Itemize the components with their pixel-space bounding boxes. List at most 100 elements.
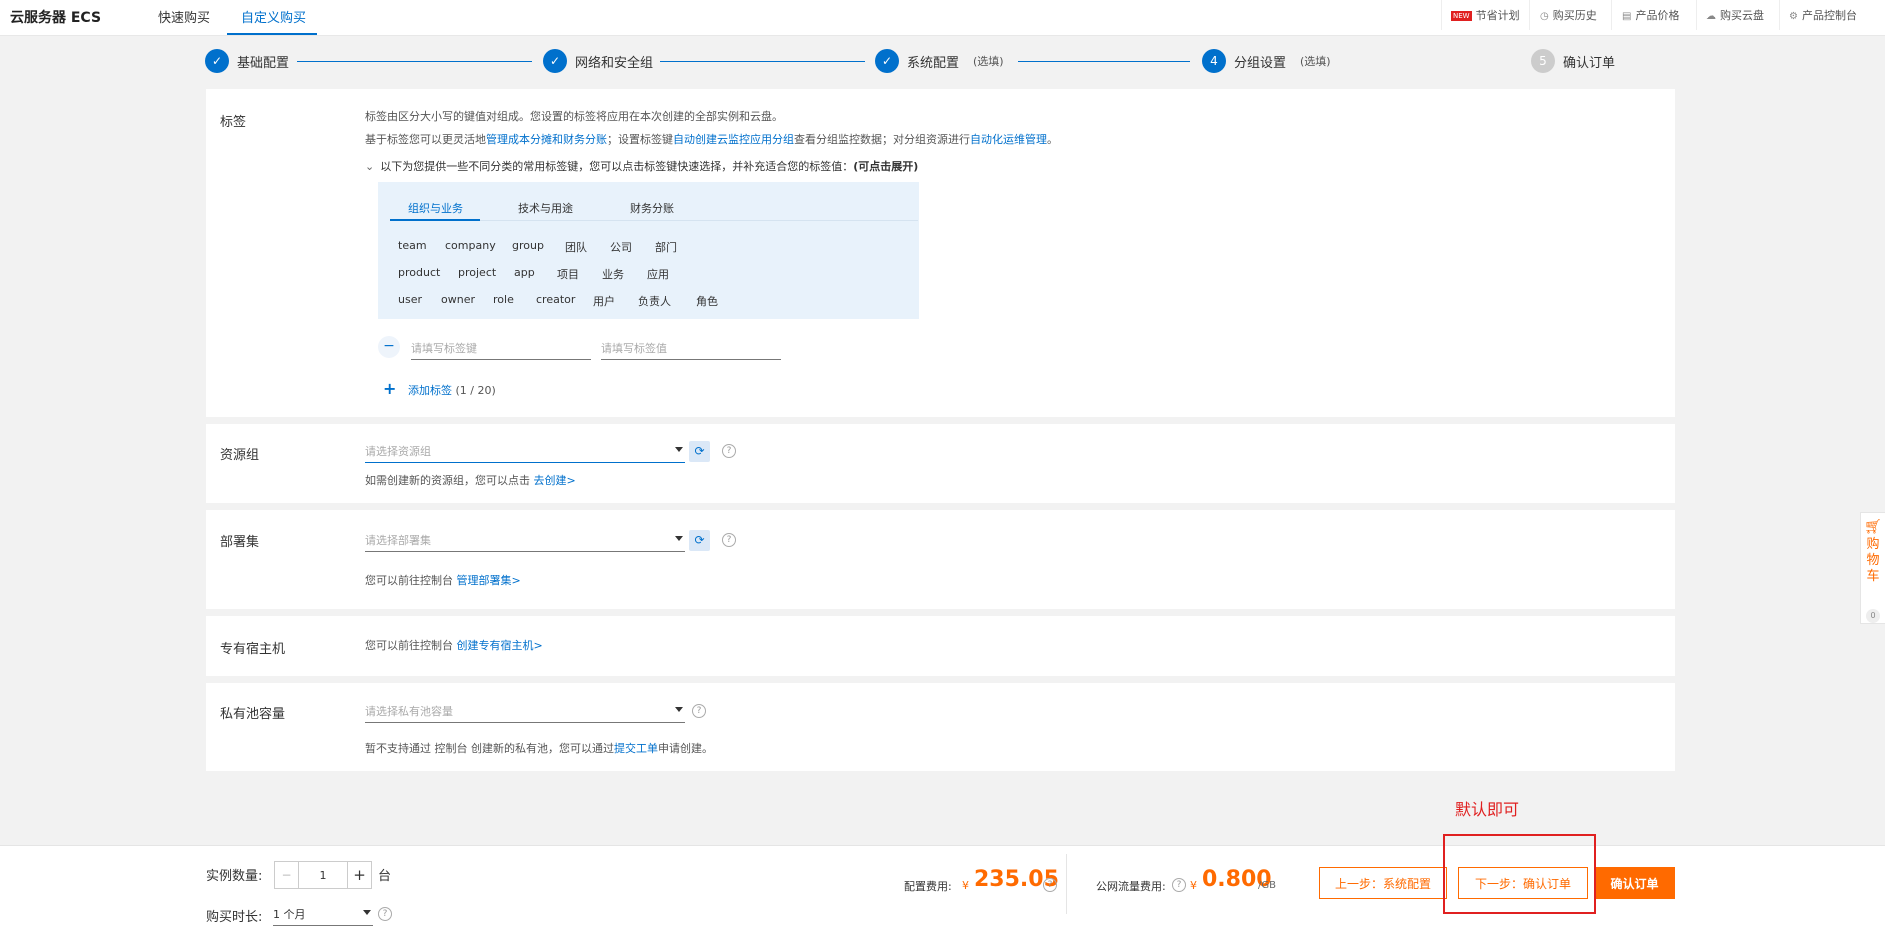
purchase-history-link[interactable]: ◷ 购买历史	[1540, 7, 1597, 23]
confirm-order-button[interactable]: 确认订单	[1594, 867, 1675, 899]
select-placeholder: 请选择部署集	[365, 534, 431, 547]
tag-key-chip[interactable]: company	[445, 239, 496, 252]
refresh-icon[interactable]: ⟳	[689, 530, 710, 551]
check-icon: ✓	[205, 49, 229, 73]
help-icon[interactable]: ?	[378, 907, 392, 921]
tab-tech-usage[interactable]: 技术与用途	[518, 200, 573, 216]
quantity-label: 实例数量:	[206, 869, 263, 884]
tag-key-chip[interactable]: product	[398, 266, 440, 279]
step-label: 基础配置	[237, 55, 290, 71]
clock-icon: ◷	[1540, 11, 1549, 22]
tag-key-chip[interactable]: 用户	[593, 293, 615, 309]
step-network-security[interactable]: ✓ 网络和安全组	[543, 49, 653, 73]
common-tags-toggle[interactable]: ⌄ 以下为您提供一些不同分类的常用标签键，您可以点击标签键快速选择，并补充适合您的…	[365, 158, 918, 174]
config-fee-label: 配置费用:	[904, 880, 952, 893]
tag-key-chip[interactable]: group	[512, 239, 544, 252]
manage-deploy-set-link[interactable]: 管理部署集>	[457, 574, 521, 587]
dedicated-host-label: 专有宿主机	[220, 642, 286, 657]
increment-button[interactable]: +	[347, 862, 371, 888]
tag-key-chip[interactable]: 公司	[610, 239, 632, 255]
deploy-set-select[interactable]: 请选择部署集	[365, 532, 685, 552]
hint-text: 申请创建。	[658, 742, 713, 755]
tag-key-chip[interactable]: 角色	[696, 293, 718, 309]
resource-group-section: 资源组 请选择资源组 ⟳ ? 如需创建新的资源组，您可以点击 去创建>	[206, 424, 1675, 503]
decrement-button[interactable]: −	[275, 862, 299, 888]
cost-allocation-link[interactable]: 管理成本分摊和财务分账	[486, 133, 607, 146]
duration-label: 购买时长:	[206, 910, 263, 925]
plus-icon[interactable]: +	[383, 379, 396, 398]
help-icon[interactable]: ?	[692, 704, 706, 718]
tag-key-chip[interactable]: 负责人	[638, 293, 671, 309]
tag-key-chip[interactable]: 应用	[647, 266, 669, 282]
divider	[1696, 0, 1697, 30]
help-icon[interactable]: ?	[1172, 878, 1186, 892]
tag-key-chip[interactable]: 业务	[602, 266, 624, 282]
tab-org-business[interactable]: 组织与业务	[408, 200, 463, 216]
add-tag-label: 添加标签	[408, 384, 452, 397]
automation-ops-link[interactable]: 自动化运维管理	[970, 133, 1047, 146]
product-price-link[interactable]: ▤ 产品价格	[1622, 7, 1679, 23]
step-label: 系统配置	[907, 55, 960, 71]
quantity-unit: 台	[378, 869, 392, 884]
remove-tag-icon[interactable]: −	[378, 336, 400, 358]
refresh-icon[interactable]: ⟳	[689, 441, 710, 462]
create-dedicated-host-link[interactable]: 创建专有宿主机>	[457, 639, 543, 652]
cart-count-badge: 0	[1866, 609, 1880, 623]
deploy-set-section: 部署集 请选择部署集 ⟳ ? 您可以前往控制台 管理部署集>	[206, 510, 1675, 609]
quantity-input[interactable]: 1	[299, 862, 347, 888]
resource-group-label: 资源组	[220, 448, 260, 463]
tag-key-chip[interactable]: app	[514, 266, 535, 279]
tab-finance[interactable]: 财务分账	[630, 200, 674, 216]
duration-select[interactable]: 1 个月	[273, 906, 373, 926]
step-system-config[interactable]: ✓ 系统配置 (选填)	[875, 49, 1004, 73]
annotation-text: 默认即可	[1455, 800, 1520, 819]
saving-plan-label: 节省计划	[1475, 9, 1520, 22]
private-pool-select[interactable]: 请选择私有池容量	[365, 703, 685, 723]
tag-key-input[interactable]: 请填写标签键	[411, 340, 591, 360]
tag-key-chip[interactable]: project	[458, 266, 496, 279]
tag-value-input[interactable]: 请填写标签值	[601, 340, 781, 360]
private-pool-label: 私有池容量	[220, 707, 286, 722]
create-resource-group-link[interactable]: 去创建>	[534, 474, 576, 487]
saving-plan-link[interactable]: NEW 节省计划	[1451, 7, 1520, 23]
step-basic-config[interactable]: ✓ 基础配置	[205, 49, 289, 73]
help-icon[interactable]: ?	[1043, 878, 1057, 892]
tag-key-chip[interactable]: creator	[536, 293, 575, 306]
caret-down-icon	[675, 447, 683, 452]
currency-symbol: ¥	[1190, 879, 1197, 892]
prev-step-button[interactable]: 上一步：系统配置	[1319, 867, 1447, 899]
help-icon[interactable]: ?	[722, 533, 736, 547]
product-console-label: 产品控制台	[1801, 9, 1857, 22]
tag-key-chip[interactable]: 项目	[557, 266, 579, 282]
private-pool-section: 私有池容量 请选择私有池容量 ? 暂不支持通过 控制台 创建新的私有池，您可以通…	[206, 683, 1675, 771]
tag-key-chip[interactable]: 团队	[565, 239, 587, 255]
shopping-cart-widget[interactable]: 🛒︎ 购物车 0	[1860, 512, 1885, 624]
tab-custom-buy[interactable]: 自定义购买	[241, 7, 306, 26]
divider	[1779, 0, 1780, 30]
help-icon[interactable]: ?	[722, 444, 736, 458]
dedicated-host-section: 专有宿主机 您可以前往控制台 创建专有宿主机>	[206, 616, 1675, 676]
step-number: 5	[1531, 49, 1555, 73]
progress-steps: ✓ 基础配置 ✓ 网络和安全组 ✓ 系统配置 (选填) 4 分组设置 (选填) …	[0, 36, 1885, 88]
tab-quick-buy[interactable]: 快速购买	[158, 7, 210, 26]
desc-text: 查看分组监控数据；对分组资源进行	[794, 133, 970, 146]
tags-description-links: 基于标签您可以更灵活地管理成本分摊和财务分账；设置标签键自动创建云监控应用分组查…	[365, 131, 1058, 147]
private-pool-hint: 暂不支持通过 控制台 创建新的私有池，您可以通过提交工单申请创建。	[365, 740, 713, 756]
tag-key-chip[interactable]: 部门	[655, 239, 677, 255]
tag-key-chip[interactable]: role	[493, 293, 514, 306]
submit-ticket-link[interactable]: 提交工单	[614, 742, 658, 755]
cloud-monitor-link[interactable]: 自动创建云监控应用分组	[673, 133, 794, 146]
order-footer: 实例数量: − 1 + 台 购买时长: 1 个月 ? 配置费用: ¥ 235.0…	[0, 845, 1885, 935]
tag-key-chip[interactable]: team	[398, 239, 427, 252]
step-number: 4	[1202, 49, 1226, 73]
resource-group-hint: 如需创建新的资源组，您可以点击 去创建>	[365, 472, 576, 488]
step-label: 分组设置	[1234, 55, 1287, 71]
currency-symbol: ¥	[962, 879, 969, 892]
buy-disk-link[interactable]: ☁ 购买云盘	[1706, 7, 1764, 23]
add-tag-button[interactable]: 添加标签 (1 / 20)	[408, 382, 496, 398]
product-console-link[interactable]: ⚙ 产品控制台	[1789, 7, 1857, 23]
tag-key-chip[interactable]: owner	[441, 293, 475, 306]
step-group-settings: 4 分组设置 (选填)	[1202, 49, 1331, 73]
resource-group-select[interactable]: 请选择资源组	[365, 443, 685, 463]
tag-key-chip[interactable]: user	[398, 293, 422, 306]
